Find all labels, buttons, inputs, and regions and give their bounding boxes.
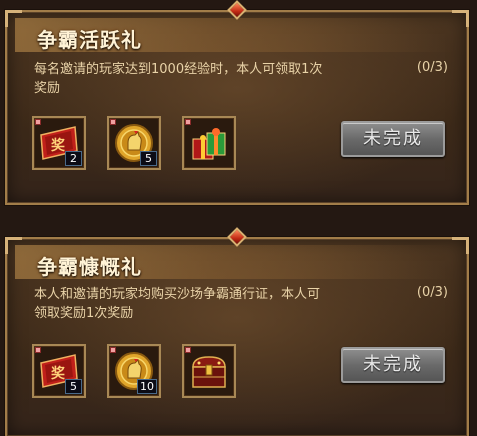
quality-pip bbox=[110, 347, 116, 353]
reward-slot[interactable] bbox=[182, 344, 236, 398]
claim-button[interactable]: 未完成 bbox=[341, 121, 445, 157]
description-line: 本人和邀请的玩家均购买沙场争霸通行证，本人可 bbox=[34, 287, 321, 302]
reward-quantity: 2 bbox=[65, 151, 82, 166]
description-line: 每名邀请的玩家达到1000经验时，本人可领取1次 bbox=[34, 62, 323, 77]
reward-quantity: 10 bbox=[137, 379, 157, 394]
ruby-ornament-icon bbox=[227, 0, 247, 20]
reward-slot[interactable]: 奖 5 bbox=[32, 344, 86, 398]
quality-pip bbox=[35, 347, 41, 353]
progress-counter: (0/3) bbox=[416, 60, 448, 75]
quality-pip bbox=[185, 119, 191, 125]
description-line: 奖励 bbox=[34, 81, 61, 96]
reward-slot[interactable]: 5 bbox=[107, 116, 161, 170]
reward-slot[interactable]: 奖 2 bbox=[32, 116, 86, 170]
reward-card-activity: 争霸活跃礼 每名邀请的玩家达到1000经验时，本人可领取1次 奖励 (0/3) … bbox=[5, 0, 469, 205]
reward-slot[interactable] bbox=[182, 116, 236, 170]
reward-quantity: 5 bbox=[65, 379, 82, 394]
quality-pip bbox=[35, 119, 41, 125]
claim-button[interactable]: 未完成 bbox=[341, 347, 445, 383]
reward-card-generous: 争霸慷慨礼 本人和邀请的玩家均购买沙场争霸通行证，本人可 领取奖励1次奖励 (0… bbox=[5, 227, 469, 436]
card-title: 争霸慷慨礼 bbox=[37, 255, 142, 279]
reward-quantity: 5 bbox=[140, 151, 157, 166]
ruby-ornament-icon bbox=[227, 227, 247, 247]
quality-pip bbox=[110, 119, 116, 125]
card-description: 每名邀请的玩家达到1000经验时，本人可领取1次 奖励 bbox=[34, 60, 354, 98]
card-title: 争霸活跃礼 bbox=[37, 28, 142, 52]
progress-counter: (0/3) bbox=[416, 285, 448, 300]
quality-pip bbox=[185, 347, 191, 353]
svg-text:奖: 奖 bbox=[51, 137, 66, 154]
card-description: 本人和邀请的玩家均购买沙场争霸通行证，本人可 领取奖励1次奖励 bbox=[34, 285, 354, 323]
svg-text:奖: 奖 bbox=[51, 365, 66, 382]
reward-slot[interactable]: 10 bbox=[107, 344, 161, 398]
description-line: 领取奖励1次奖励 bbox=[34, 306, 134, 321]
